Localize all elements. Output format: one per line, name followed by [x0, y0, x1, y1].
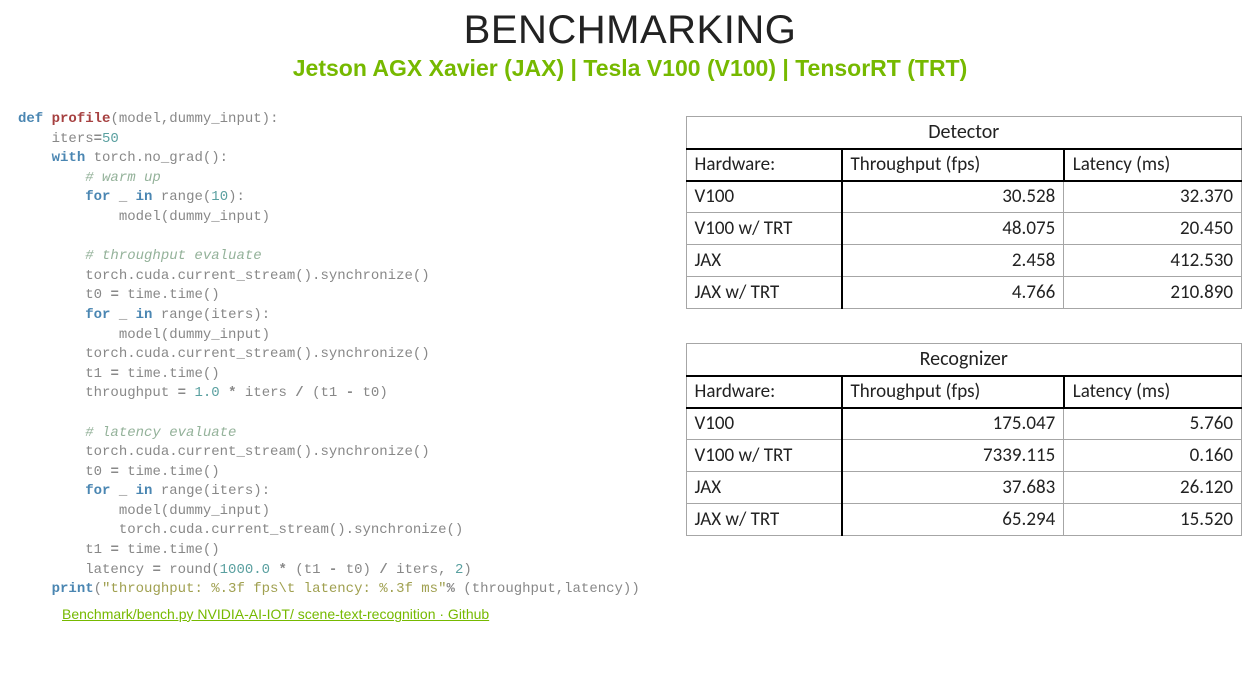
recognizer-h0: Hardware:	[686, 376, 842, 408]
code-block: def profile(model,dummy_input): iters=50…	[18, 110, 646, 600]
recognizer-table: Recognizer Hardware: Throughput (fps) La…	[686, 343, 1242, 536]
table-row: JAX w/ TRT 4.766 210.890	[686, 277, 1241, 309]
table-row: JAX 37.683 26.120	[686, 472, 1241, 504]
detector-table: Detector Hardware: Throughput (fps) Late…	[686, 116, 1242, 309]
table-row: JAX 2.458 412.530	[686, 245, 1241, 277]
recognizer-caption: Recognizer	[686, 344, 1241, 376]
page-title: BENCHMARKING	[18, 8, 1242, 53]
github-link[interactable]: Benchmark/bench.py NVIDIA-AI-IOT/ scene-…	[62, 606, 489, 622]
detector-h2: Latency (ms)	[1064, 149, 1242, 181]
columns: def profile(model,dummy_input): iters=50…	[18, 110, 1242, 624]
slide: BENCHMARKING Jetson AGX Xavier (JAX) | T…	[0, 0, 1260, 624]
code-column: def profile(model,dummy_input): iters=50…	[18, 110, 646, 624]
table-row: V100 175.047 5.760	[686, 408, 1241, 440]
recognizer-h1: Throughput (fps)	[842, 376, 1064, 408]
detector-h1: Throughput (fps)	[842, 149, 1064, 181]
page-subtitle: Jetson AGX Xavier (JAX) | Tesla V100 (V1…	[18, 55, 1242, 82]
table-row: V100 w/ TRT 7339.115 0.160	[686, 440, 1241, 472]
tables-column: Detector Hardware: Throughput (fps) Late…	[686, 110, 1242, 624]
table-row: V100 30.528 32.370	[686, 181, 1241, 213]
table-row: JAX w/ TRT 65.294 15.520	[686, 504, 1241, 536]
detector-h0: Hardware:	[686, 149, 842, 181]
recognizer-h2: Latency (ms)	[1064, 376, 1242, 408]
detector-caption: Detector	[686, 117, 1241, 149]
table-row: V100 w/ TRT 48.075 20.450	[686, 213, 1241, 245]
